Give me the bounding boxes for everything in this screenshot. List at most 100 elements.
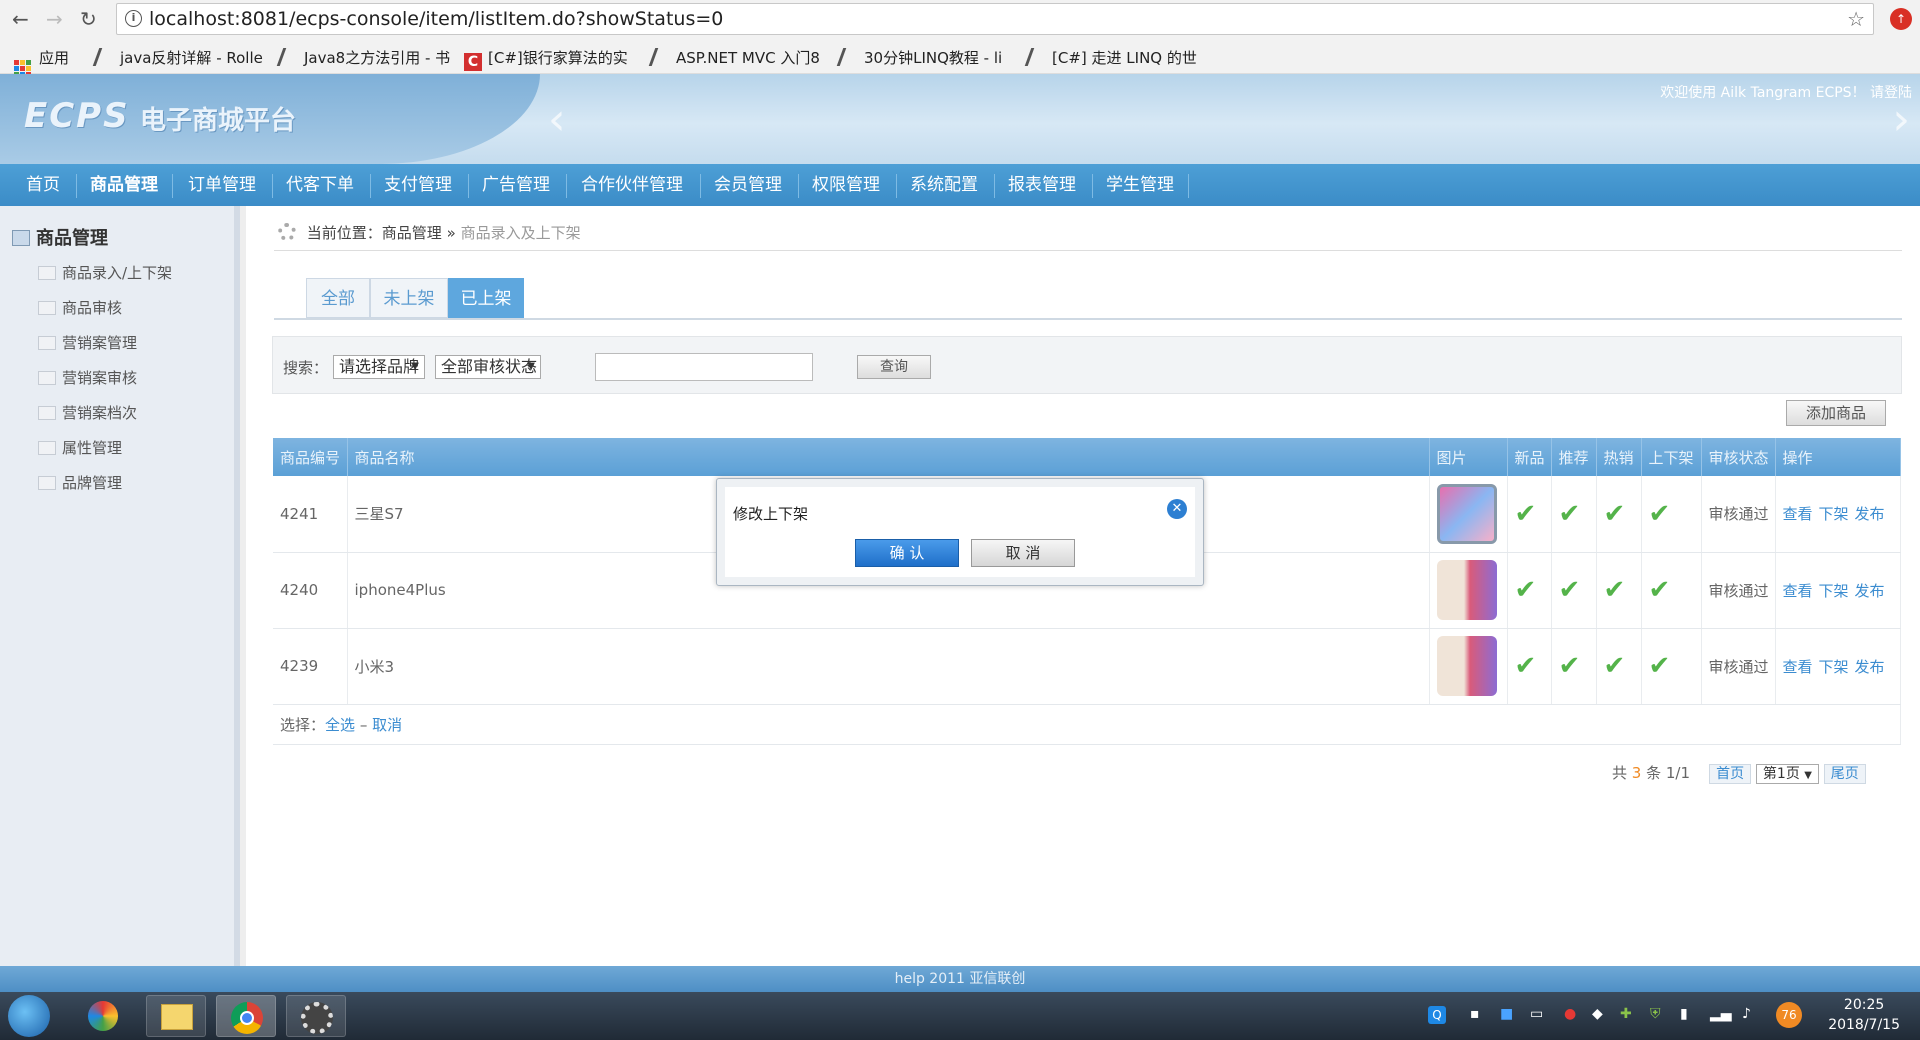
address-bar[interactable]: i localhost:8081/ecps-console/item/listI… (116, 3, 1874, 35)
sidebar-item-attributes[interactable]: 属性管理 (38, 437, 122, 458)
bookmark-star-icon[interactable]: ☆ (1847, 4, 1865, 34)
volume-icon[interactable]: ♪ (1742, 1006, 1751, 1022)
nav-system-config[interactable]: 系统配置 (898, 164, 990, 206)
col-hot: 热销 (1596, 438, 1642, 476)
nav-members[interactable]: 会员管理 (702, 164, 794, 206)
tray-icon[interactable]: ▪ (1470, 1006, 1480, 1022)
bookmark-label: 应用 (39, 49, 70, 67)
explorer-taskbar-button[interactable] (146, 995, 206, 1037)
cancel-button[interactable]: 取 消 (971, 539, 1075, 567)
nav-payment[interactable]: 支付管理 (372, 164, 464, 206)
sidebar-title-text: 商品管理 (36, 228, 108, 249)
status-select[interactable]: 全部审核状态 ▼ (435, 355, 541, 379)
last-page-button[interactable]: 尾页 (1823, 764, 1866, 784)
tray-icon[interactable]: ■ (1500, 1006, 1513, 1022)
sidebar-item-campaign-manage[interactable]: 营销案管理 (38, 332, 137, 353)
app-icon[interactable] (74, 995, 134, 1037)
bookmark-apps[interactable]: 应用 (14, 47, 69, 77)
keyword-input[interactable] (595, 353, 813, 381)
start-button-icon[interactable] (8, 995, 50, 1037)
product-image[interactable] (1436, 560, 1497, 620)
battery-icon[interactable]: ▮ (1680, 1006, 1688, 1022)
cell-image (1429, 628, 1508, 705)
publish-link[interactable]: 发布 (1855, 505, 1885, 523)
bookmark-label: Java8之方法引用 - 书 (304, 49, 451, 67)
tray-badge[interactable]: 76 (1776, 1002, 1802, 1028)
sidebar-item-label: 营销案管理 (62, 334, 138, 352)
tab-not-listed[interactable]: 未上架 (370, 278, 448, 318)
sidebar-item-campaign-level[interactable]: 营销案档次 (38, 402, 137, 423)
tab-listed[interactable]: 已上架 (448, 278, 524, 318)
sidebar-title[interactable]: 商品管理 (12, 224, 108, 250)
bookmark-item[interactable]: java反射详解 - Rolle (92, 47, 263, 68)
info-icon[interactable]: i (125, 10, 142, 27)
qq-tray-icon[interactable]: Q (1428, 1006, 1446, 1024)
nav-product[interactable]: 商品管理 (80, 164, 168, 206)
logo-subtitle: 电子商城平台 (140, 106, 297, 136)
browser-toolbar: ← → ↻ i localhost:8081/ecps-console/item… (0, 0, 1920, 38)
close-icon[interactable]: ✕ (1167, 499, 1187, 519)
cell-recommend: ✔ (1551, 628, 1597, 705)
query-button[interactable]: 查询 (857, 355, 931, 379)
bookmark-icon (648, 48, 674, 66)
unlist-link[interactable]: 下架 (1819, 658, 1849, 676)
sidebar-item-product-entry[interactable]: 商品录入/上下架 (38, 262, 172, 283)
view-link[interactable]: 查看 (1783, 505, 1813, 523)
chrome-taskbar-button[interactable] (216, 995, 276, 1037)
add-product-button[interactable]: 添加商品 (1786, 400, 1886, 426)
product-image[interactable] (1436, 483, 1497, 544)
reload-icon[interactable]: ↻ (80, 7, 97, 31)
tray-icon[interactable]: ◆ (1592, 1006, 1603, 1022)
nav-reports[interactable]: 报表管理 (996, 164, 1088, 206)
shield-icon[interactable]: ⛨ (1650, 1006, 1661, 1022)
tab-all[interactable]: 全部 (306, 278, 370, 318)
select-none-link[interactable]: 取消 (372, 716, 402, 734)
check-icon: ✔ (1648, 498, 1671, 529)
sidebar-item-brands[interactable]: 品牌管理 (38, 472, 122, 493)
page-icon (38, 371, 56, 385)
confirm-button[interactable]: 确 认 (855, 539, 959, 567)
network-icon[interactable]: ▂▄ (1710, 1006, 1732, 1022)
unlist-link[interactable]: 下架 (1819, 582, 1849, 600)
bookmark-item[interactable]: C [C#]银行家算法的实 (464, 47, 628, 71)
bookmark-item[interactable]: ASP.NET MVC 入门8 (648, 47, 820, 68)
nav-permissions[interactable]: 权限管理 (800, 164, 892, 206)
sidebar-item-product-review[interactable]: 商品审核 (38, 297, 122, 318)
ide-taskbar-button[interactable] (286, 995, 346, 1037)
first-page-button[interactable]: 首页 (1709, 764, 1752, 784)
nav-orders[interactable]: 订单管理 (176, 164, 268, 206)
brand-select[interactable]: 请选择品牌 ▼ (333, 355, 425, 379)
nav-partners[interactable]: 合作伙伴管理 (568, 164, 696, 206)
page-icon (38, 266, 56, 280)
nav-ads[interactable]: 广告管理 (470, 164, 562, 206)
nav-agent-order[interactable]: 代客下单 (274, 164, 366, 206)
site-header: ECPS 电子商城平台 ‹ › 欢迎使用 Ailk Tangram ECPS！ … (0, 74, 1920, 164)
tray-icon[interactable]: ▭ (1530, 1006, 1543, 1022)
unlist-link[interactable]: 下架 (1819, 505, 1849, 523)
sidebar-item-campaign-review[interactable]: 营销案审核 (38, 367, 137, 388)
bookmark-item[interactable]: [C#] 走进 LINQ 的世 (1024, 47, 1197, 68)
cell-recommend: ✔ (1551, 476, 1597, 553)
bookmark-item[interactable]: Java8之方法引用 - 书 (276, 47, 451, 68)
chevron-left-icon[interactable]: ‹ (548, 94, 566, 145)
col-new: 新品 (1507, 438, 1552, 476)
clock[interactable]: 20:25 2018/7/15 (1828, 995, 1900, 1035)
page-select[interactable]: 第1页 ▼ (1755, 764, 1819, 784)
view-link[interactable]: 查看 (1783, 658, 1813, 676)
bookmark-item[interactable]: 30分钟LINQ教程 - li (836, 47, 1002, 68)
tray-icon[interactable]: ✚ (1620, 1006, 1632, 1022)
nav-home[interactable]: 首页 (14, 164, 72, 206)
product-image[interactable] (1436, 636, 1497, 696)
select-all-link[interactable]: 全选 (325, 716, 355, 734)
nav-students[interactable]: 学生管理 (1094, 164, 1186, 206)
forward-icon[interactable]: → (46, 7, 63, 31)
nav-separator (994, 174, 995, 198)
publish-link[interactable]: 发布 (1855, 658, 1885, 676)
update-icon[interactable]: ↑ (1890, 8, 1912, 30)
back-icon[interactable]: ← (12, 7, 29, 31)
publish-link[interactable]: 发布 (1855, 582, 1885, 600)
view-link[interactable]: 查看 (1783, 582, 1813, 600)
check-icon: ✔ (1603, 498, 1626, 529)
tray-icon[interactable]: ● (1564, 1006, 1576, 1022)
breadcrumb-section[interactable]: 商品管理 (382, 224, 442, 242)
